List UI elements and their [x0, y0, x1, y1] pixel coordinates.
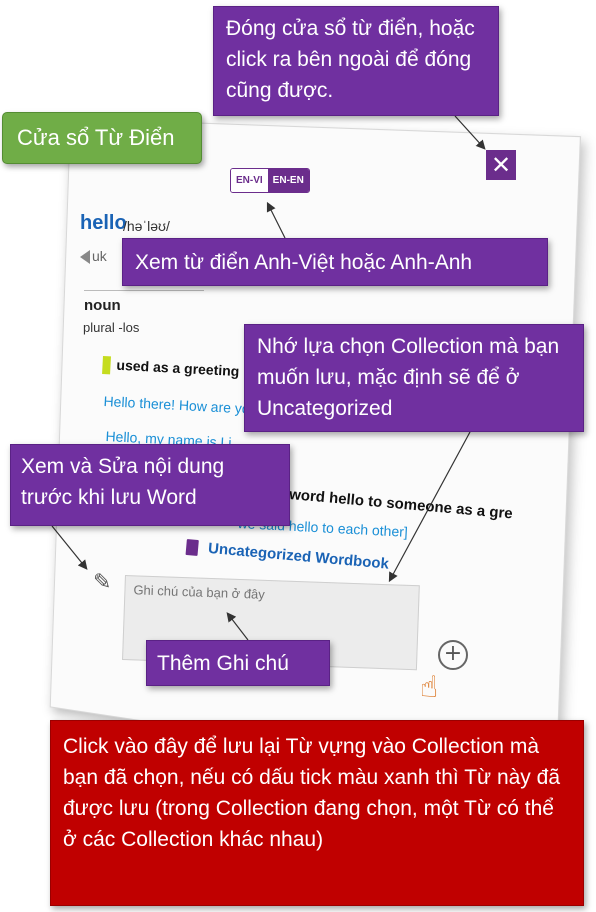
language-callout: Xem từ điển Anh-Việt hoặc Anh-Anh	[122, 238, 548, 286]
window-title-callout: Cửa sổ Từ Điển	[2, 112, 202, 164]
collection-callout: Nhớ lựa chọn Collection mà bạn muốn lưu,…	[244, 324, 584, 432]
note-callout: Thêm Ghi chú	[146, 640, 330, 686]
save-callout: Click vào đây để lưu lại Từ vựng vào Col…	[50, 720, 584, 906]
close-callout: Đóng cửa sổ từ điển, hoặc click ra bên n…	[213, 6, 499, 116]
edit-callout: Xem và Sửa nội dung trước khi lưu Word	[10, 444, 290, 526]
